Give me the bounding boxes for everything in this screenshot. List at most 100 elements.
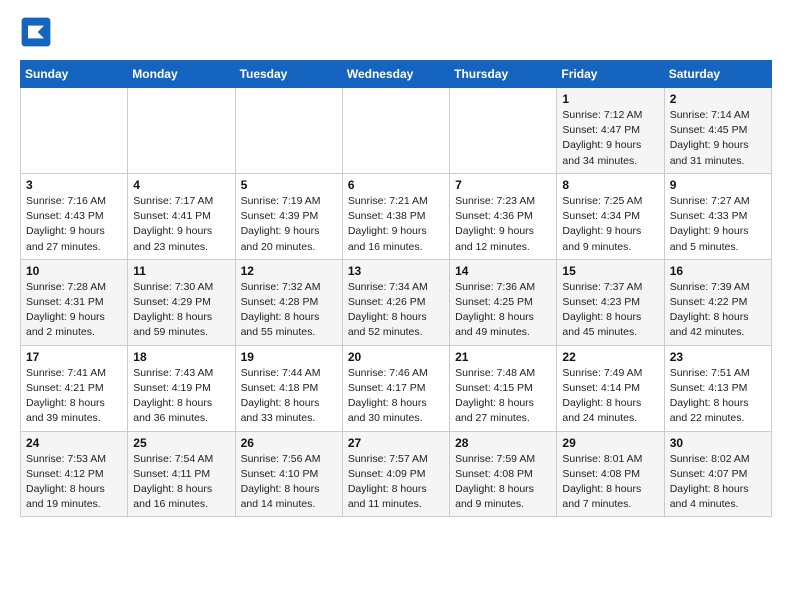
calendar-cell: 19Sunrise: 7:44 AM Sunset: 4:18 PM Dayli… <box>235 345 342 431</box>
day-info: Sunrise: 7:28 AM Sunset: 4:31 PM Dayligh… <box>26 280 122 341</box>
day-number: 9 <box>670 178 766 192</box>
logo <box>20 16 58 48</box>
day-number: 22 <box>562 350 658 364</box>
page: SundayMondayTuesdayWednesdayThursdayFrid… <box>0 0 792 533</box>
logo-icon <box>20 16 52 48</box>
day-info: Sunrise: 7:39 AM Sunset: 4:22 PM Dayligh… <box>670 280 766 341</box>
calendar-cell: 13 Sunrise: 7:34 AM Sunset: 4:26 PM Dayli… <box>342 259 449 345</box>
calendar-cell: 25Sunrise: 7:54 AM Sunset: 4:11 PM Dayli… <box>128 431 235 517</box>
day-number: 4 <box>133 178 229 192</box>
day-number: 7 <box>455 178 551 192</box>
day-number: 8 <box>562 178 658 192</box>
day-info: Sunrise: 7:51 AM Sunset: 4:13 PM Dayligh… <box>670 366 766 427</box>
day-number: 29 <box>562 436 658 450</box>
day-number: 1 <box>562 92 658 106</box>
day-number: 26 <box>241 436 337 450</box>
day-number: 18 <box>133 350 229 364</box>
day-number: 21 <box>455 350 551 364</box>
weekday-header: Friday <box>557 61 664 88</box>
calendar-cell: 28 Sunrise: 7:59 AM Sunset: 4:08 PM Dayli… <box>450 431 557 517</box>
day-number: 13 <box>348 264 444 278</box>
day-number: 5 <box>241 178 337 192</box>
day-info: Sunrise: 7:41 AM Sunset: 4:21 PM Dayligh… <box>26 366 122 427</box>
calendar-cell: 11 Sunrise: 7:30 AM Sunset: 4:29 PM Dayli… <box>128 259 235 345</box>
calendar: SundayMondayTuesdayWednesdayThursdayFrid… <box>20 60 772 517</box>
weekday-header: Tuesday <box>235 61 342 88</box>
calendar-cell <box>450 88 557 174</box>
calendar-cell: 4 Sunrise: 7:17 AM Sunset: 4:41 PM Daylig… <box>128 173 235 259</box>
header <box>20 16 772 48</box>
day-info: Sunrise: 7:59 AM Sunset: 4:08 PM Dayligh… <box>455 452 551 513</box>
calendar-cell <box>342 88 449 174</box>
day-info: Sunrise: 7:16 AM Sunset: 4:43 PM Dayligh… <box>26 194 122 255</box>
calendar-cell: 3 Sunrise: 7:16 AM Sunset: 4:43 PM Daylig… <box>21 173 128 259</box>
day-info: Sunrise: 8:02 AM Sunset: 4:07 PM Dayligh… <box>670 452 766 513</box>
calendar-cell: 27Sunrise: 7:57 AM Sunset: 4:09 PM Dayli… <box>342 431 449 517</box>
day-info: Sunrise: 7:30 AM Sunset: 4:29 PM Dayligh… <box>133 280 229 341</box>
day-info: Sunrise: 7:46 AM Sunset: 4:17 PM Dayligh… <box>348 366 444 427</box>
day-info: Sunrise: 7:36 AM Sunset: 4:25 PM Dayligh… <box>455 280 551 341</box>
calendar-cell: 18 Sunrise: 7:43 AM Sunset: 4:19 PM Dayli… <box>128 345 235 431</box>
calendar-week-row: 17 Sunrise: 7:41 AM Sunset: 4:21 PM Dayli… <box>21 345 772 431</box>
day-number: 6 <box>348 178 444 192</box>
calendar-cell: 29 Sunrise: 8:01 AM Sunset: 4:08 PM Dayli… <box>557 431 664 517</box>
calendar-cell: 24 Sunrise: 7:53 AM Sunset: 4:12 PM Dayli… <box>21 431 128 517</box>
day-number: 2 <box>670 92 766 106</box>
calendar-cell: 2 Sunrise: 7:14 AM Sunset: 4:45 PM Daylig… <box>664 88 771 174</box>
calendar-cell: 12 Sunrise: 7:32 AM Sunset: 4:28 PM Dayli… <box>235 259 342 345</box>
calendar-week-row: 24 Sunrise: 7:53 AM Sunset: 4:12 PM Dayli… <box>21 431 772 517</box>
day-info: Sunrise: 7:34 AM Sunset: 4:26 PM Dayligh… <box>348 280 444 341</box>
day-info: Sunrise: 7:53 AM Sunset: 4:12 PM Dayligh… <box>26 452 122 513</box>
calendar-cell: 23 Sunrise: 7:51 AM Sunset: 4:13 PM Dayli… <box>664 345 771 431</box>
day-number: 25 <box>133 436 229 450</box>
calendar-cell <box>235 88 342 174</box>
day-number: 23 <box>670 350 766 364</box>
calendar-cell: 17 Sunrise: 7:41 AM Sunset: 4:21 PM Dayli… <box>21 345 128 431</box>
day-info: Sunrise: 7:21 AM Sunset: 4:38 PM Dayligh… <box>348 194 444 255</box>
day-number: 17 <box>26 350 122 364</box>
day-number: 19 <box>241 350 337 364</box>
calendar-cell: 22 Sunrise: 7:49 AM Sunset: 4:14 PM Dayli… <box>557 345 664 431</box>
calendar-cell: 16 Sunrise: 7:39 AM Sunset: 4:22 PM Dayli… <box>664 259 771 345</box>
day-number: 12 <box>241 264 337 278</box>
day-number: 15 <box>562 264 658 278</box>
day-number: 27 <box>348 436 444 450</box>
calendar-cell: 8Sunrise: 7:25 AM Sunset: 4:34 PM Daylig… <box>557 173 664 259</box>
calendar-cell: 1 Sunrise: 7:12 AM Sunset: 4:47 PM Daylig… <box>557 88 664 174</box>
day-info: Sunrise: 7:19 AM Sunset: 4:39 PM Dayligh… <box>241 194 337 255</box>
day-number: 24 <box>26 436 122 450</box>
day-info: Sunrise: 7:49 AM Sunset: 4:14 PM Dayligh… <box>562 366 658 427</box>
calendar-header-row: SundayMondayTuesdayWednesdayThursdayFrid… <box>21 61 772 88</box>
day-number: 16 <box>670 264 766 278</box>
calendar-cell <box>128 88 235 174</box>
calendar-cell: 15 Sunrise: 7:37 AM Sunset: 4:23 PM Dayli… <box>557 259 664 345</box>
day-info: Sunrise: 7:27 AM Sunset: 4:33 PM Dayligh… <box>670 194 766 255</box>
calendar-cell <box>21 88 128 174</box>
day-info: Sunrise: 8:01 AM Sunset: 4:08 PM Dayligh… <box>562 452 658 513</box>
calendar-cell: 5 Sunrise: 7:19 AM Sunset: 4:39 PM Daylig… <box>235 173 342 259</box>
day-number: 30 <box>670 436 766 450</box>
day-info: Sunrise: 7:17 AM Sunset: 4:41 PM Dayligh… <box>133 194 229 255</box>
weekday-header: Thursday <box>450 61 557 88</box>
day-info: Sunrise: 7:37 AM Sunset: 4:23 PM Dayligh… <box>562 280 658 341</box>
day-info: Sunrise: 7:23 AM Sunset: 4:36 PM Dayligh… <box>455 194 551 255</box>
calendar-cell: 14Sunrise: 7:36 AM Sunset: 4:25 PM Dayli… <box>450 259 557 345</box>
day-number: 11 <box>133 264 229 278</box>
calendar-cell: 20 Sunrise: 7:46 AM Sunset: 4:17 PM Dayli… <box>342 345 449 431</box>
day-info: Sunrise: 7:12 AM Sunset: 4:47 PM Dayligh… <box>562 108 658 169</box>
day-number: 28 <box>455 436 551 450</box>
day-number: 3 <box>26 178 122 192</box>
weekday-header: Monday <box>128 61 235 88</box>
weekday-header: Sunday <box>21 61 128 88</box>
calendar-cell: 9 Sunrise: 7:27 AM Sunset: 4:33 PM Daylig… <box>664 173 771 259</box>
calendar-cell: 10Sunrise: 7:28 AM Sunset: 4:31 PM Dayli… <box>21 259 128 345</box>
calendar-cell: 6 Sunrise: 7:21 AM Sunset: 4:38 PM Daylig… <box>342 173 449 259</box>
day-number: 20 <box>348 350 444 364</box>
calendar-week-row: 10Sunrise: 7:28 AM Sunset: 4:31 PM Dayli… <box>21 259 772 345</box>
day-info: Sunrise: 7:48 AM Sunset: 4:15 PM Dayligh… <box>455 366 551 427</box>
calendar-cell: 30 Sunrise: 8:02 AM Sunset: 4:07 PM Dayli… <box>664 431 771 517</box>
day-info: Sunrise: 7:43 AM Sunset: 4:19 PM Dayligh… <box>133 366 229 427</box>
day-info: Sunrise: 7:32 AM Sunset: 4:28 PM Dayligh… <box>241 280 337 341</box>
calendar-week-row: 3 Sunrise: 7:16 AM Sunset: 4:43 PM Daylig… <box>21 173 772 259</box>
day-info: Sunrise: 7:14 AM Sunset: 4:45 PM Dayligh… <box>670 108 766 169</box>
